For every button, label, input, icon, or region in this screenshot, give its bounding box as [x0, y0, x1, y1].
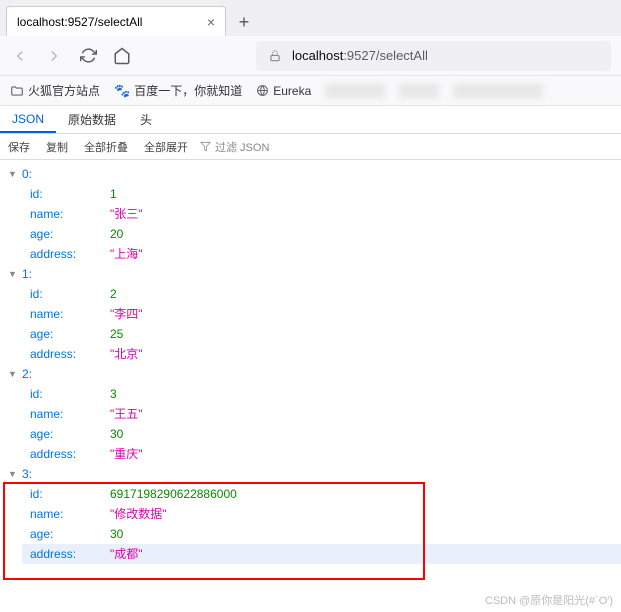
save-button[interactable]: 保存	[4, 137, 34, 157]
blurred-bookmark	[325, 83, 385, 99]
json-row[interactable]: name:"修改数据"	[30, 504, 613, 524]
json-array-index[interactable]: ▼0:	[8, 164, 613, 184]
lock-icon	[268, 49, 282, 63]
browser-tab[interactable]: localhost:9527/selectAll ×	[6, 6, 226, 36]
json-row[interactable]: id:6917198290622886000	[30, 484, 613, 504]
caret-down-icon: ▼	[8, 464, 18, 484]
tab-json[interactable]: JSON	[0, 106, 56, 133]
baidu-icon: 🐾	[114, 83, 130, 99]
json-row[interactable]: address:"重庆"	[30, 444, 613, 464]
home-icon[interactable]	[112, 46, 132, 66]
watermark: CSDN @原你是阳光(#`O′)	[485, 592, 613, 608]
json-object: id:2 name:"李四" age:25 address:"北京"	[8, 284, 613, 364]
json-row[interactable]: address:"北京"	[30, 344, 613, 364]
caret-down-icon: ▼	[8, 364, 18, 384]
blurred-bookmark	[399, 83, 439, 99]
json-row[interactable]: name:"张三"	[30, 204, 613, 224]
tab-strip: localhost:9527/selectAll × +	[0, 0, 621, 36]
caret-down-icon: ▼	[8, 164, 18, 184]
json-row[interactable]: id:2	[30, 284, 613, 304]
json-row[interactable]: address:"上海"	[30, 244, 613, 264]
json-row[interactable]: id:1	[30, 184, 613, 204]
close-icon[interactable]: ×	[207, 14, 215, 30]
filter-box[interactable]: 过滤 JSON	[200, 139, 269, 155]
collapse-all-button[interactable]: 全部折叠	[80, 137, 132, 157]
bookmark-baidu[interactable]: 🐾 百度一下，你就知道	[114, 82, 242, 99]
filter-icon	[200, 141, 211, 152]
json-toolbar: 保存 复制 全部折叠 全部展开 过滤 JSON	[0, 134, 621, 160]
json-viewer: ▼0: id:1 name:"张三" age:20 address:"上海" ▼…	[0, 160, 621, 568]
json-row[interactable]: name:"李四"	[30, 304, 613, 324]
caret-down-icon: ▼	[8, 264, 18, 284]
bookmark-firefox[interactable]: 火狐官方站点	[10, 82, 100, 99]
globe-icon	[256, 84, 269, 97]
url-box[interactable]: localhost:9527/selectAll	[256, 41, 611, 71]
tab-headers[interactable]: 头	[128, 106, 164, 133]
json-row[interactable]: address:"成都"	[22, 544, 621, 564]
json-row[interactable]: name:"王五"	[30, 404, 613, 424]
blurred-bookmark	[453, 83, 543, 99]
json-array-index[interactable]: ▼3:	[8, 464, 613, 484]
back-icon[interactable]	[10, 46, 30, 66]
json-row[interactable]: age:20	[30, 224, 613, 244]
json-row[interactable]: age:25	[30, 324, 613, 344]
copy-button[interactable]: 复制	[42, 137, 72, 157]
devtools-tabs: JSON 原始数据 头	[0, 106, 621, 134]
forward-icon[interactable]	[44, 46, 64, 66]
json-row[interactable]: age:30	[30, 424, 613, 444]
expand-all-button[interactable]: 全部展开	[140, 137, 192, 157]
json-array-index[interactable]: ▼1:	[8, 264, 613, 284]
bookmark-eureka[interactable]: Eureka	[256, 84, 311, 98]
json-row[interactable]: id:3	[30, 384, 613, 404]
folder-icon	[10, 84, 24, 98]
json-array-index[interactable]: ▼2:	[8, 364, 613, 384]
json-row[interactable]: age:30	[30, 524, 613, 544]
json-object: id:6917198290622886000 name:"修改数据" age:3…	[8, 484, 613, 564]
new-tab-button[interactable]: +	[230, 8, 258, 36]
tab-title: localhost:9527/selectAll	[17, 15, 142, 29]
json-object: id:3 name:"王五" age:30 address:"重庆"	[8, 384, 613, 464]
reload-icon[interactable]	[78, 46, 98, 66]
tab-raw[interactable]: 原始数据	[56, 106, 128, 133]
json-object: id:1 name:"张三" age:20 address:"上海"	[8, 184, 613, 264]
nav-bar: localhost:9527/selectAll	[0, 36, 621, 76]
bookmarks-bar: 火狐官方站点 🐾 百度一下，你就知道 Eureka	[0, 76, 621, 106]
url-text: localhost:9527/selectAll	[292, 48, 428, 63]
